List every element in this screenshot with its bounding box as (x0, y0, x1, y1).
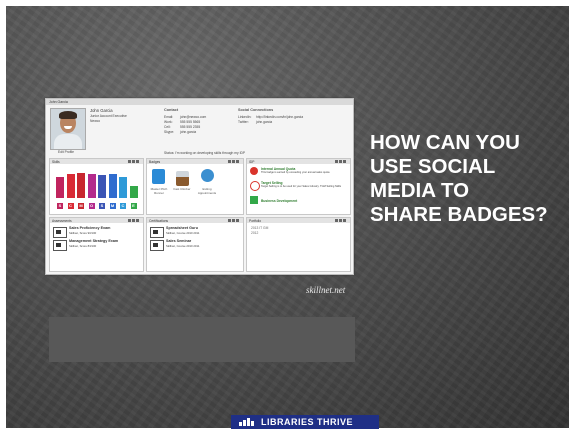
certification-meta: Skillnet, Course 2010 2011 (166, 244, 200, 248)
skills-letters: SCMOSMCE (50, 159, 143, 214)
caption-block (49, 317, 355, 362)
slide-heading-line: USE SOCIAL (370, 155, 496, 178)
assessment-title[interactable]: Management Strategy Exam (69, 239, 118, 243)
certification-meta: Skillnet, Course 2010 2011 (166, 231, 200, 235)
profile-status: Status: I'm working on developing skills… (164, 151, 246, 155)
skill-letter[interactable]: E (130, 203, 137, 209)
quota-goal-icon (250, 167, 258, 175)
badge-label-pitch: Master Pitch Runner (150, 187, 168, 195)
slide-heading-line: MEDIA TO (370, 179, 470, 202)
skill-letter[interactable]: S (57, 203, 63, 209)
social-twitter-label: Twitter: (238, 120, 249, 124)
business-goal-icon (250, 196, 258, 204)
source-credit: skillnet.net (306, 285, 346, 295)
skill-letter[interactable]: M (78, 203, 84, 209)
skill-letter[interactable]: M (109, 203, 116, 209)
certifications-panel-title: Certifications (149, 218, 169, 223)
contact-skype: john.garcia (180, 130, 197, 134)
profile-screenshot: John Garcia Edit Profile John Garcia Jun… (45, 98, 354, 275)
slide-heading-line: SHARE BADGES? (370, 203, 548, 226)
skill-letter[interactable]: C (67, 203, 74, 209)
pitch-badge-icon[interactable] (152, 169, 165, 184)
photo-caption: Edit Profile (58, 150, 74, 154)
skills-panel: Skills SCMOSMCE (49, 158, 144, 215)
profile-title-bar: John Garcia (46, 99, 353, 105)
assessment-title[interactable]: Sales Proficiency Exam (69, 226, 110, 230)
idp-item-desc: This badge is earned by exceeding your a… (261, 171, 330, 174)
panel-controls-icon[interactable] (334, 219, 348, 222)
contact-heading: Contact (164, 108, 179, 112)
idp-item-title[interactable]: Business Development (261, 199, 297, 203)
appointments-badge-icon[interactable] (201, 169, 214, 182)
contact-skype-label: Skype: (164, 130, 175, 134)
contact-work-label: Work: (164, 120, 173, 124)
panel-controls-icon[interactable] (227, 160, 241, 163)
skill-letter[interactable]: C (120, 203, 126, 209)
panel-controls-icon[interactable] (227, 219, 241, 222)
presentation-slide: John Garcia Edit Profile John Garcia Jun… (6, 6, 569, 428)
contact-work: 555 555 5565 (180, 120, 201, 124)
slide-heading-line: HOW CAN YOU (370, 131, 520, 154)
libraries-thrive-mark-icon (239, 418, 254, 426)
portfolio-panel: Portfolio 2013 IT GM 2012 (246, 217, 351, 272)
contact-cell-label: Cell: (164, 125, 171, 129)
skill-letter[interactable]: O (88, 203, 95, 209)
target-goal-icon (250, 181, 260, 191)
idp-item-desc: Target Selling is to be used for your Sa… (261, 185, 342, 188)
contact-cell: 555 555 2355 (180, 125, 201, 129)
footer-logo-text: LIBRARIES THRIVE (261, 417, 354, 427)
assessment-meta: Skillnet, Score 90/100 (69, 231, 97, 235)
panel-controls-icon[interactable] (334, 160, 348, 163)
libraries-thrive-logo: LIBRARIES THRIVE (231, 415, 379, 429)
certification-title[interactable]: Sales Seminar (166, 239, 191, 243)
social-twitter[interactable]: john.garcia (256, 120, 272, 124)
assessment-meta: Skillnet, Score 83/100 (69, 244, 97, 248)
contact-email[interactable]: john@newco.com (180, 115, 206, 119)
climber-badge-icon[interactable] (176, 171, 189, 186)
social-heading: Social Connections (238, 108, 274, 112)
certificate-icon (150, 240, 164, 251)
assessments-panel: Assessments Sales Proficiency Exam Skill… (49, 217, 144, 272)
certificate-icon (53, 227, 67, 238)
profile-name: John Garcia (90, 108, 113, 113)
social-linkedin[interactable]: http://linkedin.com/in/john.garcia (256, 115, 303, 119)
idp-panel-title: IDP (249, 159, 255, 164)
certification-title[interactable]: Spreadsheet Guru (166, 226, 198, 230)
slide-heading: HOW CAN YOU USE SOCIAL MEDIA TO SHARE BA… (370, 131, 569, 227)
profile-photo (50, 108, 86, 150)
portfolio-item[interactable]: 2013 IT GM (251, 226, 268, 230)
panel-controls-icon[interactable] (127, 219, 141, 222)
idp-panel: IDP Internal Annual Quota This badge is … (246, 158, 351, 215)
skill-letter[interactable]: S (99, 203, 105, 209)
social-linkedin-label: LinkedIn: (238, 115, 252, 119)
profile-role: Junior Account Executive (90, 114, 127, 118)
certifications-panel: Certifications Spreadsheet Guru Skillnet… (146, 217, 244, 272)
portfolio-item[interactable]: 2012 (251, 231, 258, 235)
portfolio-panel-title: Portfolio (249, 218, 262, 223)
badge-label-climber: Fast Climber (173, 187, 191, 191)
badge-label-appointments: Exiting Appointments (197, 187, 217, 195)
certificate-icon (150, 227, 164, 238)
profile-org: Newco (90, 119, 101, 123)
assessments-panel-title: Assessments (52, 218, 72, 223)
profile-window-title: John Garcia (49, 100, 68, 104)
badges-panel-title: Badges (149, 159, 161, 164)
badges-panel: Badges Master Pitch Runner Fast Climber … (146, 158, 244, 215)
certificate-icon (53, 240, 67, 251)
contact-email-label: Email: (164, 115, 174, 119)
